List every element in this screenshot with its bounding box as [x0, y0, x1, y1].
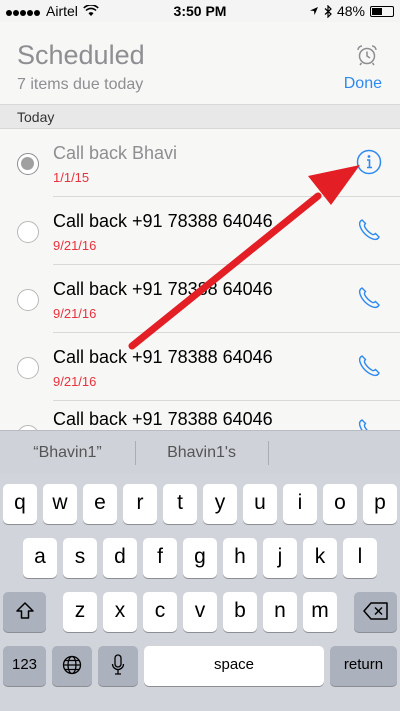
reminder-date: 9/21/16: [53, 238, 97, 253]
key-g[interactable]: g: [183, 538, 217, 578]
list-title: Scheduled: [17, 40, 145, 70]
key-l[interactable]: l: [343, 538, 377, 578]
key-y[interactable]: y: [203, 484, 237, 524]
phone-icon[interactable]: [356, 217, 382, 243]
reminders-app: Scheduled 7 items due today Done Today C…: [0, 22, 400, 430]
suggestion-bar: “Bhavin1” Bhavin1's: [0, 430, 400, 474]
microphone-icon: [111, 654, 125, 675]
key-s[interactable]: s: [63, 538, 97, 578]
key-q[interactable]: q: [3, 484, 37, 524]
battery-icon: [370, 5, 394, 17]
key-h[interactable]: h: [223, 538, 257, 578]
reminder-checkbox[interactable]: [17, 289, 39, 311]
dictation-key[interactable]: [98, 646, 138, 686]
phone-icon[interactable]: [356, 417, 382, 430]
reminder-row[interactable]: Call back Bhavi 1/1/15: [0, 129, 400, 197]
key-a[interactable]: a: [23, 538, 57, 578]
reminder-title[interactable]: Call back +91 78388 64046: [53, 279, 273, 300]
suggestion-item[interactable]: “Bhavin1”: [0, 431, 135, 475]
key-c[interactable]: c: [143, 592, 177, 632]
reminder-date: 9/21/16: [53, 306, 97, 321]
key-u[interactable]: u: [243, 484, 277, 524]
phone-icon[interactable]: [356, 285, 382, 311]
key-w[interactable]: w: [43, 484, 77, 524]
key-n[interactable]: n: [263, 592, 297, 632]
key-d[interactable]: d: [103, 538, 137, 578]
completed-checkbox[interactable]: [17, 153, 39, 175]
key-z[interactable]: z: [63, 592, 97, 632]
key-t[interactable]: t: [163, 484, 197, 524]
reminder-title[interactable]: Call back +91 78388 64046: [53, 347, 273, 368]
keyboard: “Bhavin1” Bhavin1's qwertyuiop asdfghjkl z…: [0, 430, 400, 711]
globe-key[interactable]: [52, 646, 92, 686]
section-label: Today: [17, 109, 55, 125]
reminder-title[interactable]: Call back +91 78388 64046: [53, 211, 273, 232]
reminder-title[interactable]: Call back +91 78388 64046: [53, 409, 273, 430]
info-icon[interactable]: [356, 149, 382, 175]
shift-icon: [15, 602, 34, 619]
key-v[interactable]: v: [183, 592, 217, 632]
return-key[interactable]: return: [330, 646, 397, 686]
section-header-today: Today: [0, 104, 400, 129]
reminder-date: 9/21/16: [53, 374, 97, 389]
reminder-checkbox[interactable]: [17, 357, 39, 379]
key-k[interactable]: k: [303, 538, 337, 578]
numbers-key[interactable]: 123: [3, 646, 46, 686]
space-key[interactable]: space: [144, 646, 324, 686]
key-p[interactable]: p: [363, 484, 397, 524]
key-r[interactable]: r: [123, 484, 157, 524]
suggestion-divider: [268, 441, 269, 465]
reminder-row[interactable]: Call back +91 78388 64046 9/21/16: [0, 197, 400, 265]
delete-key[interactable]: [354, 592, 397, 632]
reminder-title[interactable]: Call back Bhavi: [53, 143, 177, 164]
alarm-clock-icon[interactable]: [356, 44, 378, 66]
reminder-row[interactable]: Call back +91 78388 64046 9/21/16: [0, 333, 400, 401]
battery-percent: 48%: [336, 3, 365, 19]
list-subtitle: 7 items due today: [17, 76, 144, 93]
reminder-checkbox[interactable]: [17, 221, 39, 243]
phone-icon[interactable]: [356, 353, 382, 379]
key-j[interactable]: j: [263, 538, 297, 578]
shift-key[interactable]: [3, 592, 46, 632]
reminder-row[interactable]: Call back +91 78388 64046 9/21/16: [0, 265, 400, 333]
key-i[interactable]: i: [283, 484, 317, 524]
done-button[interactable]: Done: [344, 75, 382, 93]
key-m[interactable]: m: [303, 592, 337, 632]
location-icon: [309, 7, 318, 15]
reminder-row[interactable]: Call back +91 78388 64046: [0, 401, 400, 430]
key-f[interactable]: f: [143, 538, 177, 578]
suggestion-item[interactable]: Bhavin1's: [135, 431, 268, 475]
reminder-date: 1/1/15: [53, 170, 90, 185]
key-x[interactable]: x: [103, 592, 137, 632]
key-b[interactable]: b: [223, 592, 257, 632]
key-e[interactable]: e: [83, 484, 117, 524]
backspace-icon: [362, 602, 388, 620]
bluetooth-icon: [324, 4, 332, 18]
status-right: 48%: [309, 3, 394, 19]
globe-icon: [62, 655, 82, 675]
status-bar: Airtel 3:50 PM 48%: [0, 0, 400, 22]
key-o[interactable]: o: [323, 484, 357, 524]
